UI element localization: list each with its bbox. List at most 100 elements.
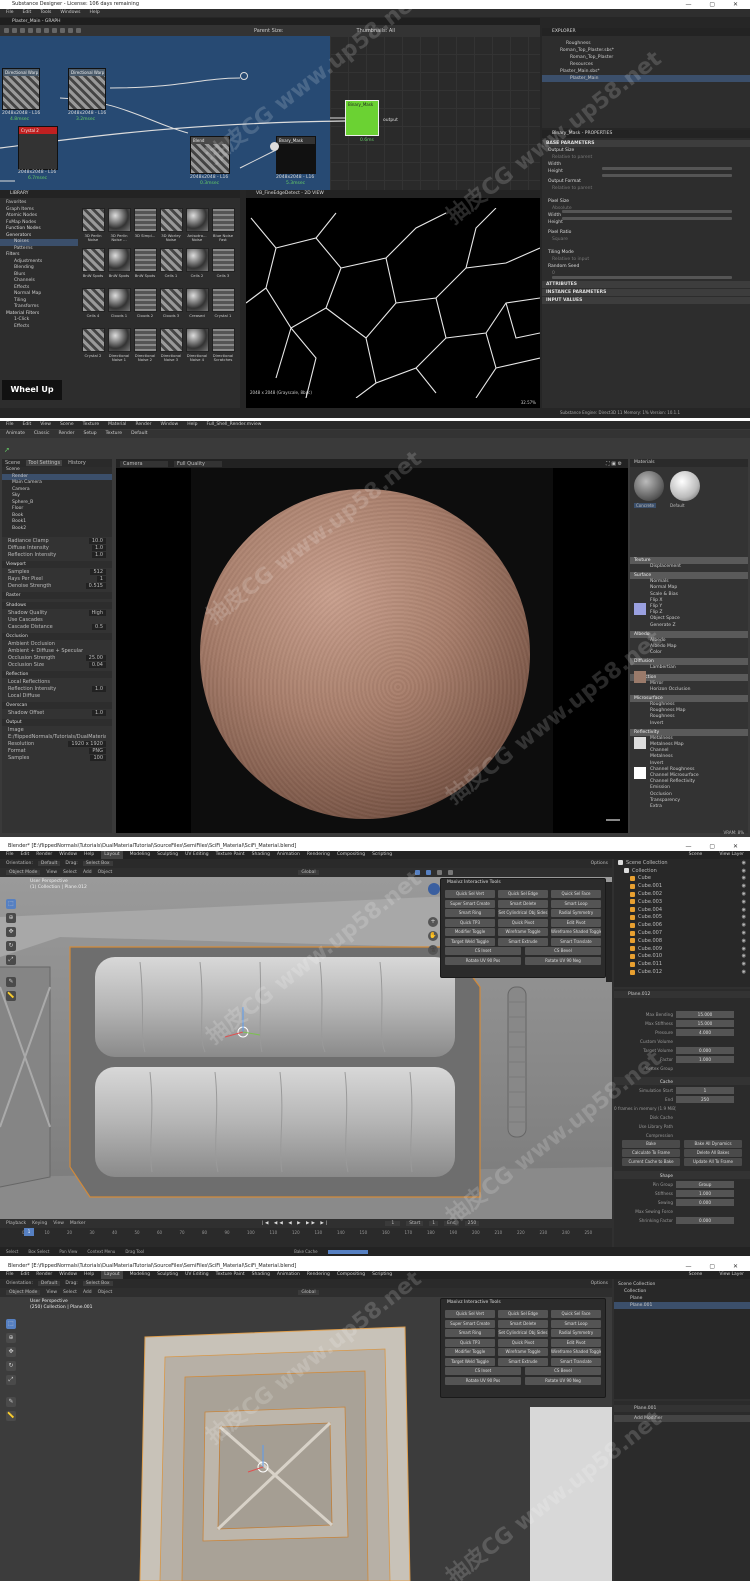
- outliner-row[interactable]: Cube.004 ◉: [614, 906, 750, 914]
- menu-window[interactable]: Window: [59, 1271, 77, 1279]
- ws-animation[interactable]: Animation: [277, 1271, 300, 1279]
- section-instance-parameters[interactable]: INSTANCE PARAMETERS: [542, 289, 750, 296]
- library-thumbnail[interactable]: [82, 288, 105, 312]
- prop-value[interactable]: 0.000: [676, 1216, 734, 1224]
- ws-rendering[interactable]: Rendering: [307, 1271, 330, 1279]
- height-slider[interactable]: [602, 174, 732, 177]
- viewport-corner-icons[interactable]: ⛶ ▣ ⚙: [606, 461, 622, 467]
- setting-value[interactable]: PNG: [89, 747, 106, 754]
- explorer-item[interactable]: Roman_Top_Plaster: [542, 54, 750, 61]
- ws-shading[interactable]: Shading: [252, 1271, 270, 1279]
- playback-controls[interactable]: |◀ ◀◀ ◀ ▶ ▶▶ ▶|: [261, 1221, 329, 1226]
- camera-view-icon[interactable]: 🎥: [428, 945, 438, 955]
- prop-value[interactable]: 15.000: [676, 1019, 734, 1027]
- menu-help[interactable]: Help: [89, 9, 99, 17]
- tab-classic[interactable]: Classic: [34, 430, 50, 438]
- library-thumbnail[interactable]: [160, 208, 183, 232]
- library-thumbnail[interactable]: [212, 288, 235, 312]
- tool-button[interactable]: Super Smart Create: [445, 899, 495, 908]
- prop-value[interactable]: 4.000: [676, 1028, 734, 1036]
- material-prop[interactable]: Color: [630, 650, 748, 656]
- menu-view[interactable]: View: [46, 1290, 57, 1295]
- outliner-row[interactable]: Cube.001 ◉: [614, 882, 750, 890]
- scale-tool-icon[interactable]: ⤢: [6, 1375, 16, 1385]
- menu-file[interactable]: File: [6, 421, 14, 429]
- material-section[interactable]: Albedo: [630, 630, 748, 638]
- node-crystal-2[interactable]: Crystal 2: [18, 126, 58, 170]
- ws-sculpting[interactable]: Sculpting: [157, 1271, 178, 1279]
- random-seed-slider[interactable]: [552, 276, 732, 279]
- outliner-row[interactable]: Cube.011 ◉: [614, 960, 750, 968]
- tool-button[interactable]: Target Weld Toggle: [445, 1357, 495, 1366]
- menu-window[interactable]: Window: [59, 851, 77, 859]
- menu-object[interactable]: Object: [98, 1290, 113, 1295]
- menu-scene[interactable]: Scene: [60, 421, 74, 429]
- tool-button[interactable]: Quick TP3: [445, 1338, 495, 1347]
- library-thumbnail[interactable]: [186, 328, 209, 352]
- tool-button[interactable]: Rotate UV 90 Neg: [525, 956, 601, 965]
- visibility-eye-icon[interactable]: ◉: [742, 907, 746, 913]
- viewport-shading-icon[interactable]: [447, 870, 453, 875]
- ws-rendering[interactable]: Rendering: [307, 851, 330, 859]
- measure-tool-icon[interactable]: 📏: [6, 991, 16, 1001]
- annotate-tool-icon[interactable]: ✎: [6, 1397, 16, 1407]
- select-tool-icon[interactable]: ⬚: [6, 1319, 16, 1329]
- menu-select[interactable]: Select: [63, 870, 77, 875]
- menu-select[interactable]: Select: [63, 1290, 77, 1295]
- library-thumbnail[interactable]: [108, 248, 131, 272]
- tool-button[interactable]: Edit Pivot: [551, 918, 601, 927]
- visibility-eye-icon[interactable]: ◉: [742, 938, 746, 944]
- explorer-item-selected[interactable]: Plaster_Main: [542, 75, 750, 82]
- outliner-item[interactable]: Collection: [614, 1288, 750, 1295]
- ws-compositing[interactable]: Compositing: [337, 851, 365, 859]
- tool-button[interactable]: Rotate UV 90 Neg: [525, 1376, 601, 1385]
- setting-value[interactable]: 1.0: [92, 709, 106, 716]
- outliner-row[interactable]: Cube.010 ◉: [614, 953, 750, 961]
- albedo-swatch[interactable]: [634, 671, 646, 683]
- tool-button[interactable]: Wireframe Shaded Toggle: [551, 1348, 601, 1356]
- prop-value[interactable]: 1.000: [676, 1189, 734, 1197]
- menu-edit[interactable]: Edit: [23, 421, 32, 429]
- tool-button[interactable]: Smart Translate: [551, 1357, 601, 1366]
- outliner-item[interactable]: Plane: [614, 1295, 750, 1302]
- menu-add[interactable]: Add: [83, 1290, 92, 1295]
- menu-edit[interactable]: Edit: [21, 851, 30, 859]
- node-directional-warp-1[interactable]: Directional Warp: [2, 68, 40, 110]
- tool-button[interactable]: CS Inset: [445, 947, 521, 955]
- outliner-row[interactable]: Scene Collection ◉: [614, 859, 750, 867]
- menu-edit[interactable]: Edit: [23, 9, 32, 17]
- visibility-eye-icon[interactable]: ◉: [742, 961, 746, 967]
- settings-group[interactable]: Overscan: [2, 702, 112, 709]
- outliner-item-selected[interactable]: Plane.001: [614, 1302, 750, 1309]
- tool-button[interactable]: Wireframe Toggle: [498, 928, 548, 936]
- prop-value[interactable]: 1: [676, 1086, 734, 1094]
- visibility-eye-icon[interactable]: ◉: [742, 860, 746, 866]
- library-thumbnail[interactable]: [186, 288, 209, 312]
- drag-dropdown[interactable]: Select Box: [82, 861, 113, 866]
- normal-map-swatch[interactable]: [634, 603, 646, 615]
- tab-texture[interactable]: Texture: [106, 430, 122, 438]
- explorer-item[interactable]: Resources: [542, 61, 750, 68]
- cache-button[interactable]: Bake: [622, 1140, 680, 1148]
- object-name-field[interactable]: Plane.012: [614, 991, 750, 998]
- tab-scene[interactable]: Scene: [5, 460, 20, 466]
- prop-value[interactable]: 250: [676, 1095, 734, 1103]
- viewport-shading-icon[interactable]: [414, 870, 420, 875]
- visibility-eye-icon[interactable]: ◉: [742, 922, 746, 928]
- material-prop[interactable]: Invert: [630, 721, 748, 727]
- cache-button[interactable]: Calculate To Frame: [622, 1149, 680, 1157]
- menu-window[interactable]: Window: [160, 421, 178, 429]
- setting-value[interactable]: 1.0: [92, 544, 106, 551]
- drag-dropdown[interactable]: Select Box: [82, 1281, 113, 1286]
- pixel-width-slider[interactable]: [562, 210, 732, 213]
- tool-button[interactable]: Smart Delete: [498, 899, 548, 908]
- settings-group[interactable]: Viewport: [2, 561, 112, 568]
- window-controls[interactable]: — ▢ ✕: [685, 1262, 746, 1271]
- menu-tools[interactable]: Tools: [40, 9, 51, 17]
- node-socket-icon[interactable]: [240, 72, 248, 80]
- visibility-eye-icon[interactable]: ◉: [742, 883, 746, 889]
- library-thumbnail[interactable]: [82, 248, 105, 272]
- playhead[interactable]: 1: [24, 1228, 34, 1236]
- prop-value[interactable]: Relative to input: [542, 256, 750, 263]
- mode-dropdown[interactable]: Object Mode: [6, 870, 41, 875]
